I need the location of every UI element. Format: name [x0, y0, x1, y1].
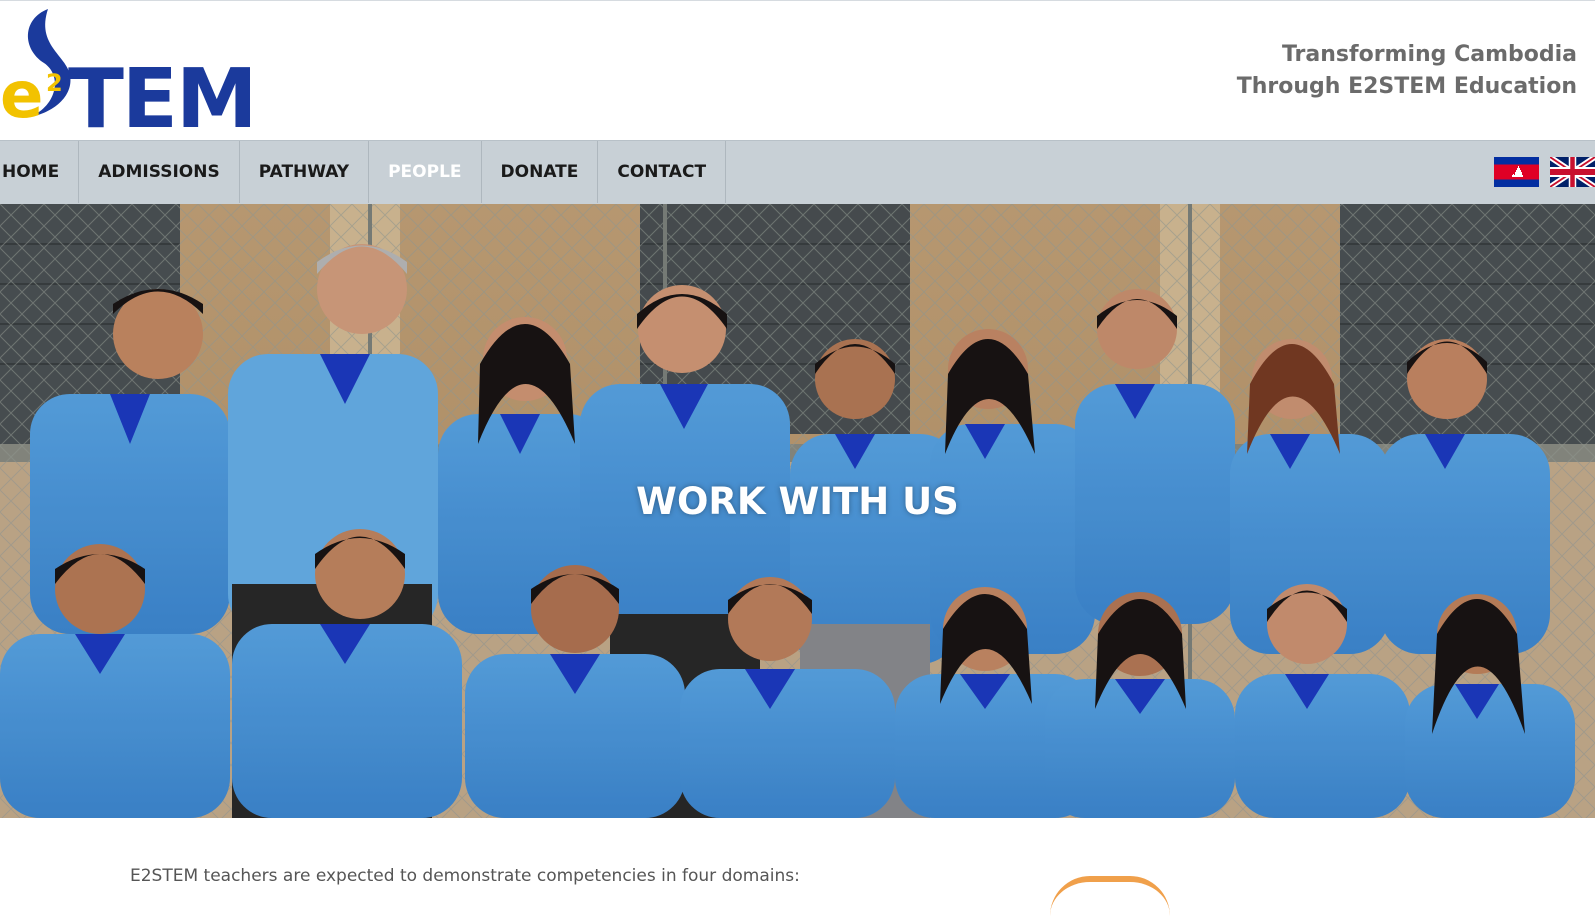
- nav-list: HOME ADMISSIONS PATHWAY PEOPLE DONATE CO…: [0, 141, 727, 203]
- nav-item-contact[interactable]: CONTACT: [598, 141, 727, 203]
- orange-graphic-arc: [1050, 876, 1170, 916]
- main-navigation: HOME ADMISSIONS PATHWAY PEOPLE DONATE CO…: [0, 140, 1595, 204]
- nav-item-people[interactable]: PEOPLE: [369, 141, 482, 203]
- nav-item-home[interactable]: HOME: [0, 141, 80, 203]
- tagline-line-1: Transforming Cambodia: [1281, 42, 1577, 67]
- hero-title: WORK WITH US: [636, 480, 959, 523]
- nav-item-donate[interactable]: DONATE: [482, 141, 599, 203]
- site-header: e 2 TEM Transforming Cambodia Through E2…: [0, 0, 1595, 147]
- svg-text:2: 2: [46, 69, 63, 97]
- site-tagline: Transforming Cambodia Through E2STEM Edu…: [1237, 39, 1577, 103]
- svg-text:e: e: [0, 59, 43, 133]
- tagline-line-2: Through E2STEM Education: [1236, 74, 1577, 99]
- hero-banner: WORK WITH US: [0, 204, 1595, 818]
- logo-mark-icon: e 2 TEM: [0, 9, 258, 147]
- nav-item-pathway[interactable]: PATHWAY: [240, 141, 370, 203]
- uk-flag-icon[interactable]: [1550, 157, 1595, 187]
- language-switcher: [1494, 157, 1595, 187]
- e2stem-logo[interactable]: e 2 TEM: [0, 5, 258, 147]
- svg-text:TEM: TEM: [68, 52, 250, 133]
- cambodia-flag-icon[interactable]: [1494, 157, 1539, 187]
- intro-text: E2STEM teachers are expected to demonstr…: [130, 866, 800, 886]
- nav-item-admissions[interactable]: ADMISSIONS: [79, 141, 240, 203]
